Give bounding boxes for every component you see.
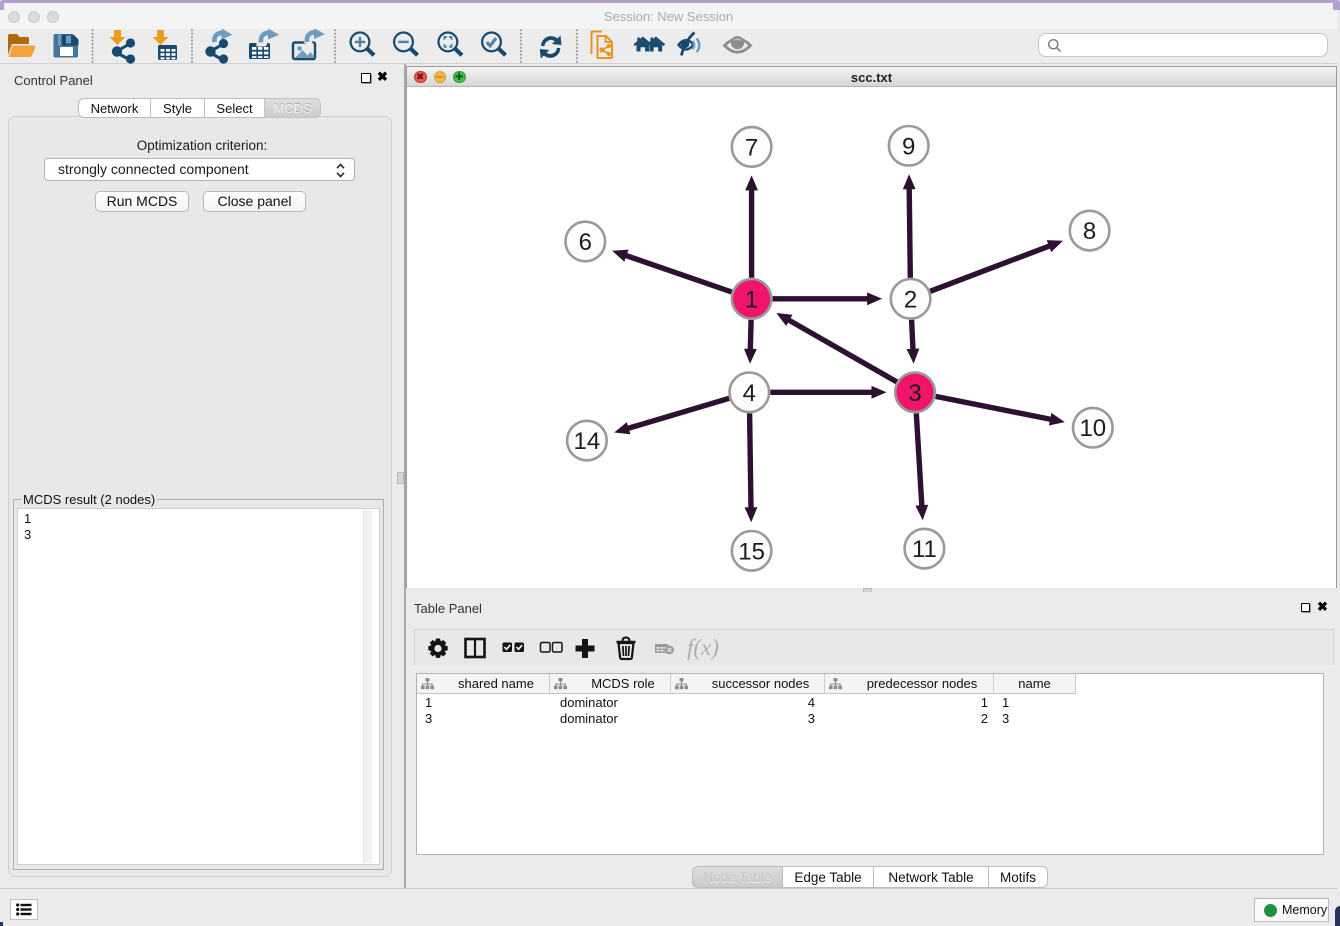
svg-text:15: 15 xyxy=(738,538,765,565)
svg-text:4: 4 xyxy=(743,380,756,407)
svg-text:1: 1 xyxy=(745,286,758,313)
svg-text:10: 10 xyxy=(1079,415,1106,442)
svg-text:14: 14 xyxy=(574,428,601,455)
svg-text:6: 6 xyxy=(579,229,592,256)
svg-text:f(x): f(x) xyxy=(687,635,719,660)
svg-text:2: 2 xyxy=(904,286,917,313)
svg-text:3: 3 xyxy=(908,380,921,407)
svg-text:9: 9 xyxy=(902,133,915,160)
svg-text:11: 11 xyxy=(912,536,937,563)
svg-text:8: 8 xyxy=(1083,218,1096,245)
svg-text:7: 7 xyxy=(745,134,758,161)
